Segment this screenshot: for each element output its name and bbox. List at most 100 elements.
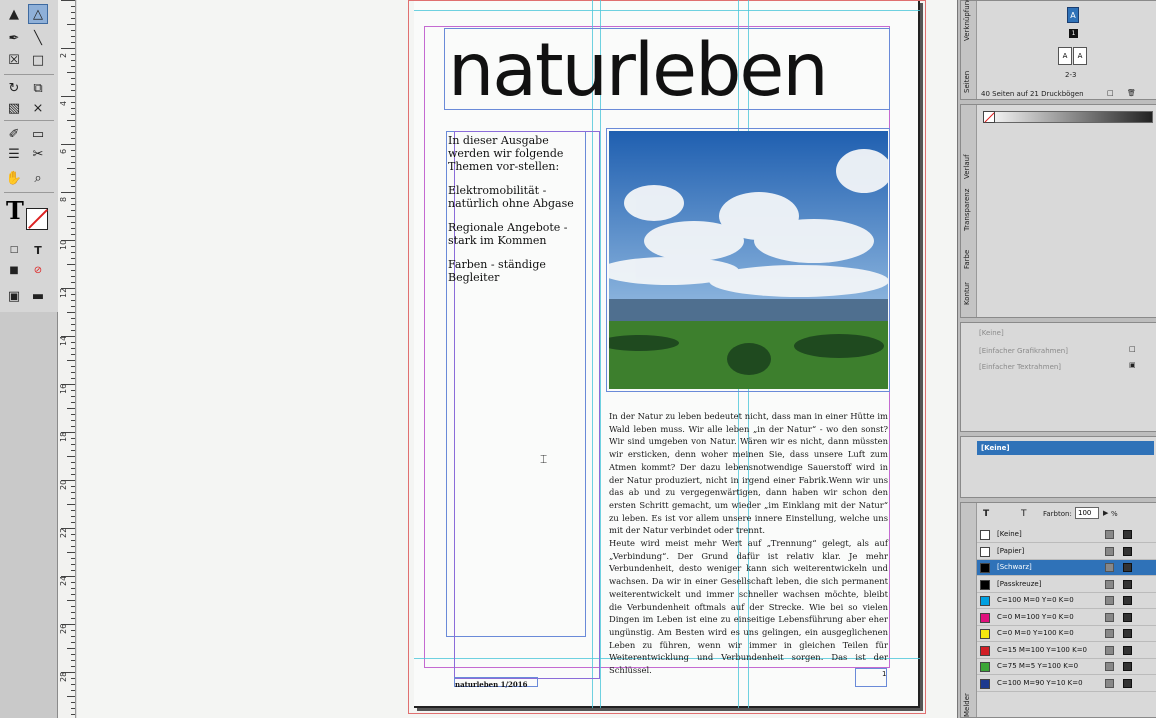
rotate-tool-icon[interactable]: ↻ [4,78,24,98]
text-format-icon[interactable]: T [1021,509,1027,519]
ruler-tick [71,252,75,253]
pages-panel: Seiten Verknüpfungen A 1 A A 2-3 40 Seit… [960,0,1156,100]
page-footer[interactable]: naturleben 1/2016 [455,680,528,689]
document-title[interactable]: naturleben [448,28,888,114]
page-thumb-right[interactable]: A [1073,47,1087,65]
pen-tool-icon[interactable]: ✒ [4,28,24,48]
ruler-number: 2 [59,52,68,58]
sidebar-text[interactable]: In dieser Ausgabe werden wir folgende Th… [448,134,584,295]
apply-to-container-icon[interactable]: □ [4,240,24,260]
zoom-tool-icon[interactable]: ⌕ [28,168,48,188]
paragraph-style-selected[interactable]: [Keine] [977,441,1154,455]
swatch-name: C=0 M=100 Y=0 K=0 [997,612,1074,621]
swatch-row[interactable]: C=15 M=100 Y=100 K=0 [977,643,1156,659]
preview-view-icon[interactable]: ▬ [28,286,48,306]
free-transform-tool-icon[interactable]: ⨯ [28,98,48,118]
gradient-tool-icon[interactable]: ▧ [4,98,24,118]
ruler-tick [71,12,75,13]
scale-tool-icon[interactable]: ⧉ [28,78,48,98]
button-tool-icon[interactable]: ☰ [4,144,24,164]
ruler-tick [71,390,75,391]
swatch-row[interactable]: [Passkreuze] [977,577,1156,593]
color-type-icon [1105,678,1114,688]
new-page-icon[interactable]: □ [1107,89,1114,97]
line-tool-icon[interactable]: ╲ [28,28,48,48]
swatch-row[interactable]: C=75 M=5 Y=100 K=0 [977,659,1156,675]
color-type-icon [1105,612,1114,622]
apply-to-text-icon[interactable]: T [28,240,48,260]
swatch-row[interactable]: [Schwarz] [977,560,1156,576]
color-mode-icon [1123,579,1132,589]
ruler-tick [71,138,75,139]
ruler-tick [71,660,75,661]
ruler-tick [71,468,75,469]
ruler-tick [71,60,75,61]
tab-color[interactable]: Farbe [963,250,971,269]
eyedropper-tool-icon[interactable]: ✐ [4,124,24,144]
swatch-chip [980,596,990,606]
fill-stroke-icon[interactable] [26,208,48,230]
ruler-tick [71,612,75,613]
swatch-row[interactable]: [Papier] [977,544,1156,560]
selection-tool-icon[interactable]: ▲ [4,4,24,24]
page-number[interactable]: 1 [882,670,886,678]
fill-stroke-toggle-icon[interactable]: T [983,509,989,519]
ruler-tick [71,522,75,523]
ruler-tick [71,54,75,55]
hand-tool-icon[interactable]: ✋ [4,168,24,188]
swatch-chip [980,530,990,540]
rectangle-frame-tool-icon[interactable]: ☒ [4,50,24,70]
apply-color-icon[interactable]: ■ [4,260,24,280]
object-style-item[interactable]: [Einfacher Textrahmen] [979,363,1061,371]
swatch-row[interactable]: C=0 M=0 Y=100 K=0 [977,626,1156,642]
tab-stroke[interactable]: Kontur [963,282,971,305]
tint-input[interactable]: 100 [1075,507,1099,519]
swatch-row[interactable]: C=100 M=0 Y=0 K=0 [977,593,1156,609]
tab-pages[interactable]: Seiten [963,71,971,93]
ruler-tick [71,582,75,583]
landscape-photo[interactable] [609,131,888,389]
pages-status: 40 Seiten auf 21 Druckbögen [981,90,1084,98]
ruler-tick [71,444,75,445]
swatch-name: C=0 M=0 Y=100 K=0 [997,629,1074,637]
ruler-tick [71,126,75,127]
ruler-tick [71,714,75,715]
master-page-thumb[interactable]: A [1067,7,1079,23]
tab-transparency[interactable]: Transparenz [963,189,971,231]
ruler-tick [71,42,75,43]
tint-stepper-icon[interactable]: ▶ [1103,509,1108,517]
ruler-tick [71,270,75,271]
tab-messages[interactable]: Melder [963,693,971,717]
ruler-tick [71,420,75,421]
none-swatch-icon[interactable] [983,111,995,123]
page-thumb-left[interactable]: A [1058,47,1072,65]
normal-view-icon[interactable]: ▣ [4,286,24,306]
color-ramp[interactable] [983,111,1153,123]
swatch-row[interactable]: C=100 M=90 Y=10 K=0 [977,676,1156,692]
ruler-tick [67,360,75,361]
ruler-number: 4 [59,100,68,106]
rectangle-tool-icon[interactable]: □ [28,50,48,70]
object-style-item[interactable]: [Keine] [979,329,1004,337]
sidebar-paragraph: Farben - ständige Begleiter [448,258,546,284]
ruler-number: 20 [59,479,68,490]
swatch-row[interactable]: C=0 M=100 Y=0 K=0 [977,610,1156,626]
apply-none-icon[interactable]: ⊘ [28,260,48,280]
ruler-tick [71,462,75,463]
note-tool-icon[interactable]: ▭ [28,124,48,144]
object-style-item[interactable]: [Einfacher Grafikrahmen] [979,347,1068,355]
scissors-tool-icon[interactable]: ✂ [28,144,48,164]
tab-gradient[interactable]: Verlauf [963,154,971,179]
ruler-tick [71,348,75,349]
ruler-tick [71,180,75,181]
ruler-tick [67,168,75,169]
ruler-tick [71,258,75,259]
tab-links[interactable]: Verknüpfungen [963,0,971,41]
swatch-chip [980,579,990,590]
ruler-number: 18 [59,431,68,442]
direct-selection-tool-icon[interactable]: △ [28,4,48,24]
article-body-text[interactable]: In der Natur zu leben bedeutet nicht, da… [609,410,888,677]
ruler-number: 16 [59,383,68,394]
swatch-row[interactable]: [Keine] [977,527,1156,543]
delete-page-icon[interactable]: 🗑 [1127,89,1136,97]
